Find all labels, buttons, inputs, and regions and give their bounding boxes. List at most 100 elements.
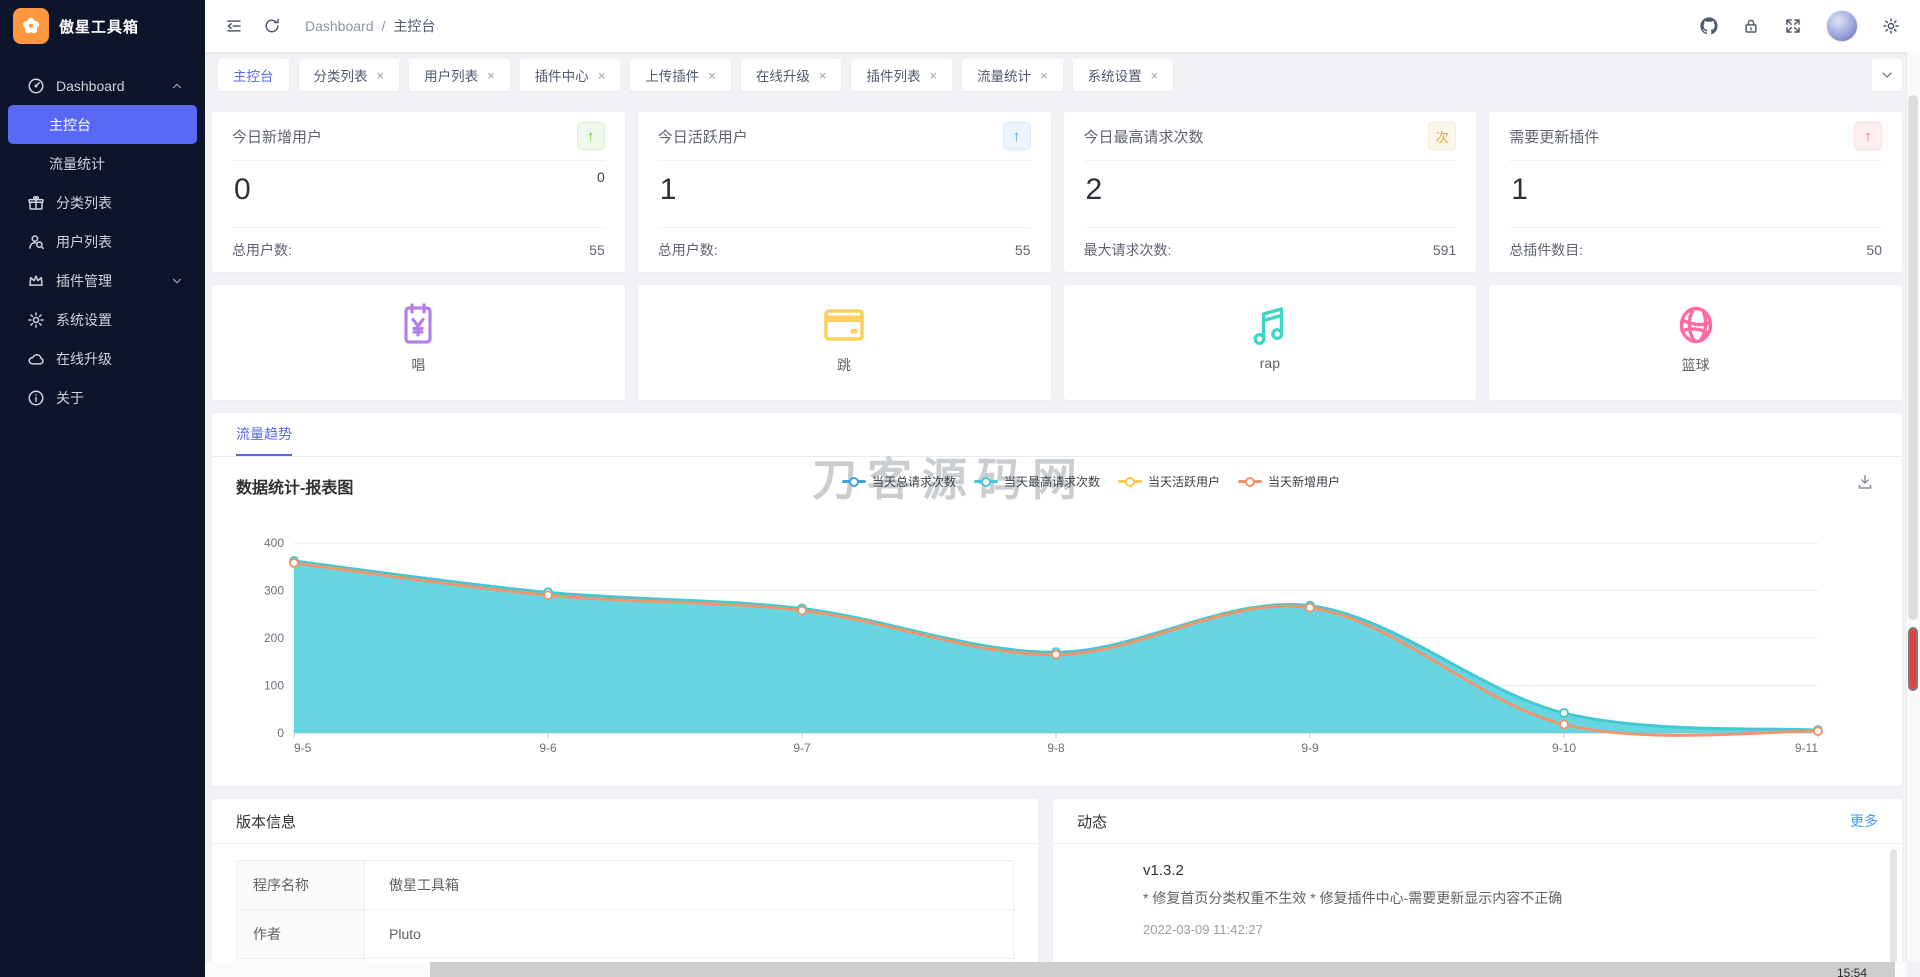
breadcrumb-root[interactable]: Dashboard [305,18,374,34]
user-avatar[interactable] [1826,10,1858,42]
gear-icon [27,311,45,329]
sidebar-item-3[interactable]: 分类列表 [0,183,205,222]
close-icon[interactable]: × [1151,69,1159,82]
horizontal-scrollbar-thumb[interactable] [430,962,1895,977]
tab-8[interactable]: 系统设置× [1073,59,1174,91]
legend-item-0[interactable]: 当天总请求次数 [842,473,956,490]
sidebar-item-6[interactable]: 系统设置 [0,300,205,339]
unit-badge: 次 [1428,122,1456,150]
version-row-label: 程序名称 [237,861,365,910]
feed-version: v1.3.2 [1143,858,1878,879]
stat-card-footer: 总插件数目:50 [1509,227,1882,271]
stat-card-0: 今日新增用户↑00总用户数:55 [212,112,625,272]
legend-item-2[interactable]: 当天活跃用户 [1118,473,1220,490]
red-scroll-indicator[interactable] [1908,627,1918,691]
horizontal-scrollbar-track [205,962,1906,977]
gift-icon [27,194,45,212]
sidebar-item-1[interactable]: 主控台 [8,105,197,144]
stat-value: 1 [1511,173,1528,207]
version-table: 程序名称傲星工具箱作者Pluto [236,860,1014,974]
stat-card-3: 需要更新插件↑1总插件数目:50 [1489,112,1902,272]
close-icon[interactable]: × [819,69,827,82]
tab-label: 在线升级 [756,65,810,85]
svg-text:9-6: 9-6 [539,741,557,753]
feature-card-3[interactable]: 篮球 [1489,285,1902,400]
feed-avatar [1077,866,1123,912]
tab-0[interactable]: 主控台 [218,59,289,91]
tab-traffic-trend[interactable]: 流量趋势 [236,424,292,456]
svg-text:400: 400 [264,536,284,550]
feature-cards-row: 唱跳rap篮球 [212,285,1902,400]
sidebar-item-0[interactable]: Dashboard [0,66,205,105]
feature-card-2[interactable]: rap [1064,285,1477,400]
close-icon[interactable]: × [598,69,606,82]
sidebar-item-8[interactable]: 关于 [0,378,205,417]
stat-footer-value: 591 [1433,242,1456,258]
tabs-bar: 主控台分类列表×用户列表×插件中心×上传插件×在线升级×插件列表×流量统计×系统… [205,52,1920,98]
vertical-scrollbar-thumb[interactable] [1908,95,1918,620]
stat-card-body: 00 [232,161,605,227]
collapse-sidebar-icon[interactable] [225,17,243,35]
tab-3[interactable]: 插件中心× [520,59,621,91]
tab-2[interactable]: 用户列表× [409,59,510,91]
refresh-icon[interactable] [263,17,281,35]
breadcrumb-current: 主控台 [393,16,435,36]
close-icon[interactable]: × [708,69,716,82]
traffic-panel: 流量趋势 数据统计-报表图 当天总请求次数当天最高请求次数当天活跃用户当天新增用… [212,413,1902,786]
cloud-icon [27,350,45,368]
main-area: Dashboard / 主控台 主控台分类列表×用户列表×插件中心×上传插件×在… [205,0,1920,977]
feed-panel-title: 动态 [1077,811,1107,832]
tab-7[interactable]: 流量统计× [962,59,1063,91]
chevron-down-icon [1880,68,1894,82]
stat-footer-value: 55 [589,242,605,258]
legend-item-1[interactable]: 当天最高请求次数 [974,473,1100,490]
close-icon[interactable]: × [1040,69,1048,82]
basketball-icon [1672,301,1720,349]
tab-4[interactable]: 上传插件× [630,59,731,91]
tabs-dropdown-button[interactable] [1872,59,1902,91]
tab-5[interactable]: 在线升级 × [741,59,842,91]
svg-text:300: 300 [264,584,284,598]
svg-text:9-7: 9-7 [793,741,811,753]
settings-gear-icon[interactable] [1882,17,1900,35]
github-icon[interactable] [1700,17,1718,35]
feature-card-0[interactable]: 唱 [212,285,625,400]
breadcrumb-separator: / [382,18,386,34]
fullscreen-icon[interactable] [1784,17,1802,35]
topbar: Dashboard / 主控台 [205,0,1920,52]
info-icon [27,389,45,407]
stat-card-title: 需要更新插件 [1509,126,1599,147]
legend-label: 当天总请求次数 [872,473,956,490]
traffic-trend-chart: 01002003004009-59-69-79-89-99-109-11 [236,509,1878,753]
tab-6[interactable]: 插件列表× [851,59,952,91]
sidebar-item-label: 分类列表 [56,193,112,213]
download-icon[interactable] [1856,473,1874,491]
close-icon[interactable]: × [929,69,937,82]
lock-icon[interactable] [1742,17,1760,35]
close-icon[interactable]: × [377,69,385,82]
stat-value: 1 [660,173,677,207]
feature-card-1[interactable]: 跳 [638,285,1051,400]
sidebar-item-label: 流量统计 [49,154,105,174]
dashboard-gauge-icon [27,77,45,95]
stat-footer-label: 总用户数: [232,240,292,260]
user-search-icon [27,233,45,251]
stat-footer-value: 50 [1866,242,1882,258]
stats-row: 今日新增用户↑00总用户数:55今日活跃用户↑1总用户数:55今日最高请求次数次… [212,112,1902,272]
sidebar-item-2[interactable]: 流量统计 [0,144,205,183]
tab-1[interactable]: 分类列表× [299,59,400,91]
more-link[interactable]: 更多 [1850,811,1878,831]
legend-marker [1118,477,1142,487]
sidebar-item-5[interactable]: 插件管理 [0,261,205,300]
flower-icon [13,8,49,44]
sidebar-item-4[interactable]: 用户列表 [0,222,205,261]
feed-scrollbar-thumb[interactable] [1890,849,1897,969]
feed-item-0: v1.3.2* 修复首页分类权重不生效 * 修复插件中心-需要更新显示内容不正确… [1053,844,1902,937]
close-icon[interactable]: × [487,69,495,82]
legend-item-3[interactable]: 当天新增用户 [1238,473,1340,490]
sidebar: 傲星工具箱 Dashboard主控台流量统计分类列表用户列表插件管理系统设置在线… [0,0,205,977]
sidebar-item-7[interactable]: 在线升级 [0,339,205,378]
arrow-up-badge: ↑ [577,122,605,150]
app-logo[interactable]: 傲星工具箱 [0,0,205,52]
svg-text:9-8: 9-8 [1047,741,1065,753]
